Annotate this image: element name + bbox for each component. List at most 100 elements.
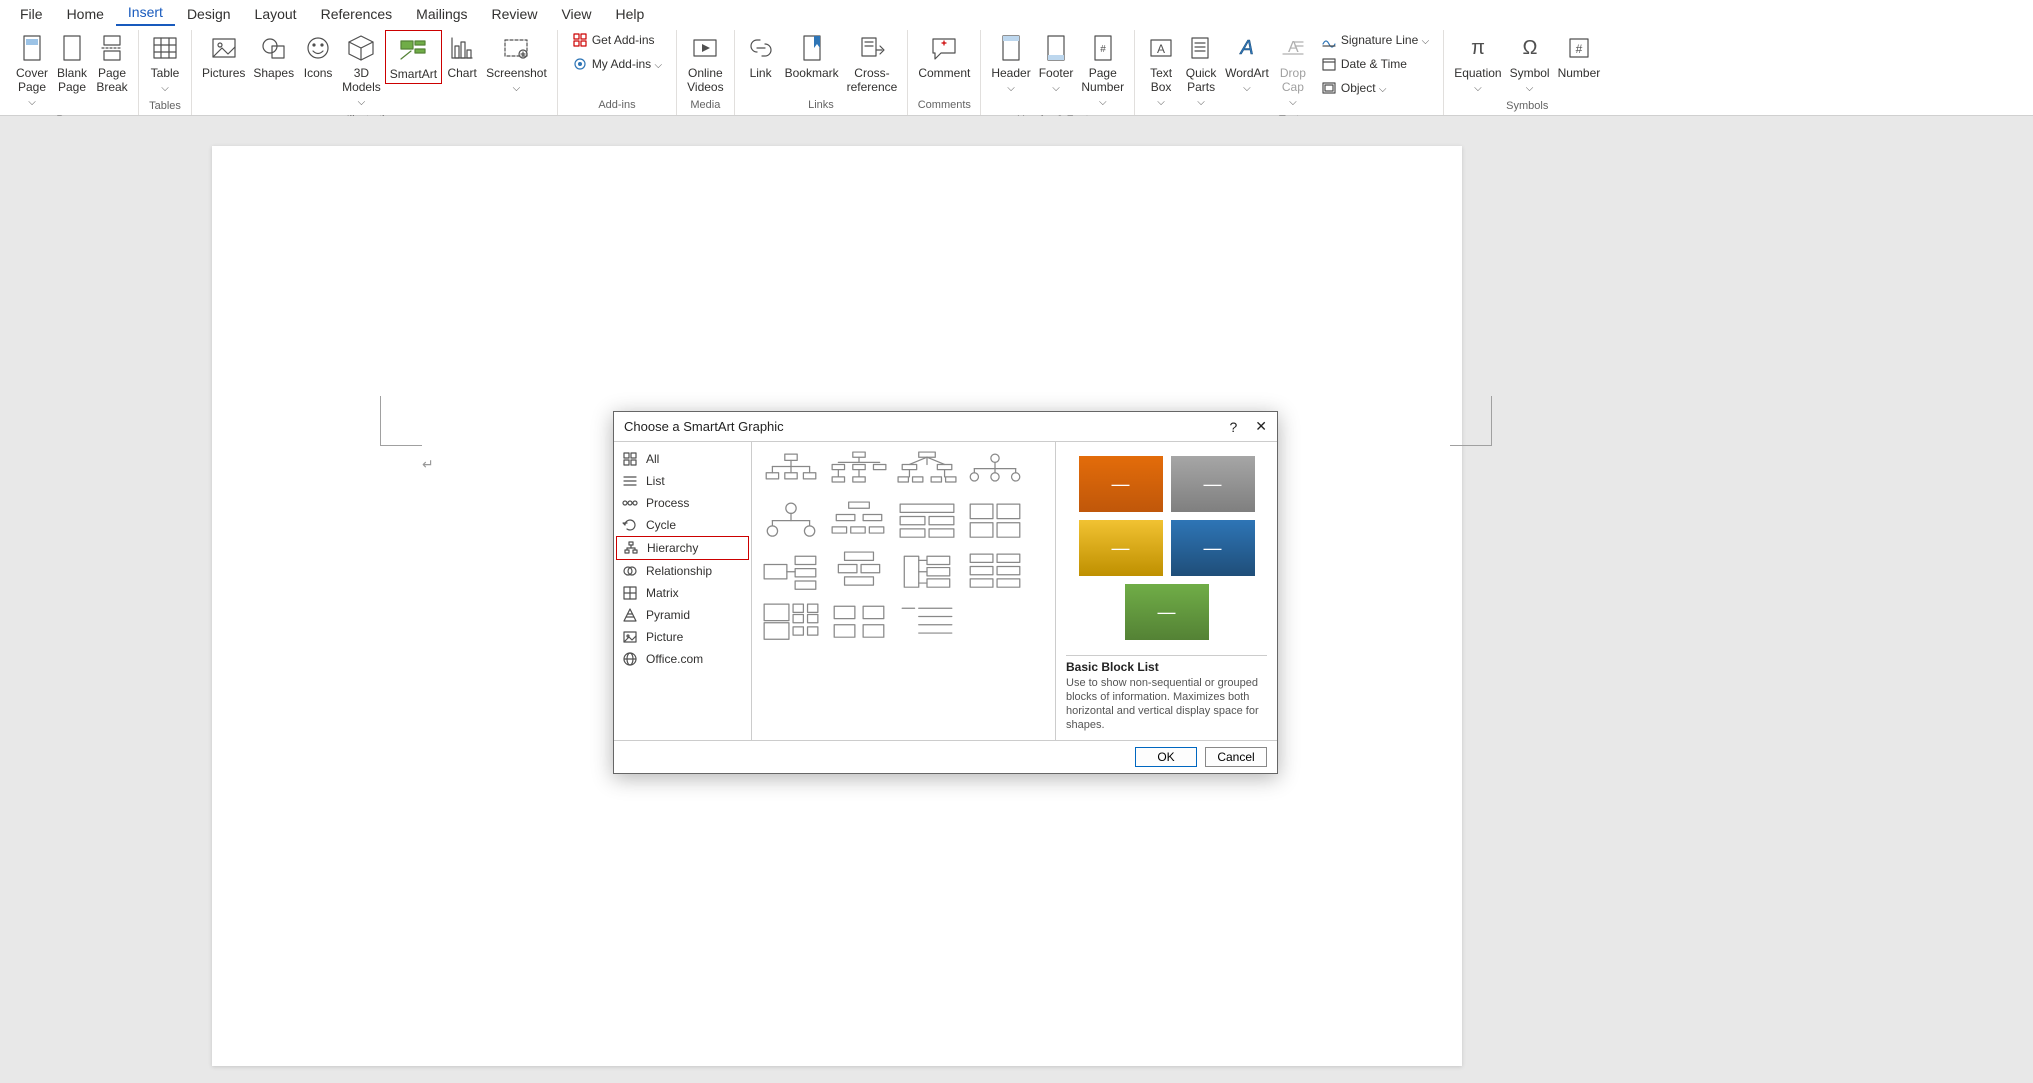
drop-cap-button[interactable]: ADropCap [1273,30,1313,112]
smartart-thumb[interactable] [964,550,1026,594]
dialog-footer: OK Cancel [614,741,1277,773]
smartart-thumb[interactable] [896,600,958,644]
tab-view[interactable]: View [549,2,603,26]
smartart-button[interactable]: SmartArt [385,30,442,84]
smartart-thumb[interactable] [964,450,1026,494]
screenshot-button[interactable]: Screenshot [482,30,551,98]
cat-picture[interactable]: Picture [616,626,749,648]
equation-icon: π [1462,32,1494,64]
close-button[interactable]: ✕ [1255,418,1267,435]
preview-image: — — — — — [1066,450,1267,655]
tab-help[interactable]: Help [604,2,657,26]
shapes-icon [258,32,290,64]
wordart-button[interactable]: AWordArt [1221,30,1273,98]
globe-icon [622,651,638,667]
page-break-button[interactable]: PageBreak [92,30,132,96]
relationship-icon [622,563,638,579]
online-videos-button[interactable]: OnlineVideos [683,30,727,96]
signature-line-button[interactable]: Signature Line [1317,30,1433,50]
group-links: Link Bookmark Cross-reference Links [735,30,909,115]
cross-reference-button[interactable]: Cross-reference [843,30,902,96]
my-addins-button[interactable]: My Add-ins [568,54,666,74]
wordart-icon: A [1231,32,1263,64]
smartart-thumb[interactable] [760,550,822,594]
icons-button[interactable]: Icons [298,30,338,82]
pictures-button[interactable]: Pictures [198,30,249,82]
dialog-titlebar: Choose a SmartArt Graphic ? ✕ [614,412,1277,441]
quick-parts-button[interactable]: QuickParts [1181,30,1221,112]
smartart-thumb[interactable] [760,500,822,544]
object-button[interactable]: Object [1317,78,1433,98]
group-label: Tables [149,98,181,116]
tab-home[interactable]: Home [55,2,116,26]
group-symbols: πEquation ΩSymbol #Number Symbols [1444,30,1610,115]
pyramid-icon [622,607,638,623]
bookmark-icon [796,32,828,64]
get-addins-button[interactable]: Get Add-ins [568,30,666,50]
group-label: Links [808,97,834,115]
tab-design[interactable]: Design [175,2,243,26]
smartart-thumb[interactable] [828,600,890,644]
cat-pyramid[interactable]: Pyramid [616,604,749,626]
smartart-thumb[interactable] [964,500,1026,544]
equation-button[interactable]: πEquation [1450,30,1505,98]
svg-text:π: π [1471,37,1485,59]
page-number-icon: # [1087,32,1119,64]
smartart-thumb[interactable] [896,450,958,494]
cat-matrix[interactable]: Matrix [616,582,749,604]
smartart-thumb[interactable] [896,550,958,594]
shapes-button[interactable]: Shapes [249,30,298,82]
smartart-thumb[interactable] [828,500,890,544]
cat-all[interactable]: All [616,448,749,470]
preview-title: Basic Block List [1066,655,1267,676]
chart-button[interactable]: Chart [442,30,482,82]
link-button[interactable]: Link [741,30,781,82]
cross-ref-icon [856,32,888,64]
footer-icon [1040,32,1072,64]
cat-cycle[interactable]: Cycle [616,514,749,536]
smartart-thumb[interactable] [760,450,822,494]
cat-process[interactable]: Process [616,492,749,514]
tab-references[interactable]: References [309,2,405,26]
page-number-button[interactable]: #PageNumber [1077,30,1128,112]
smartart-grid [752,442,1056,740]
cat-relationship[interactable]: Relationship [616,560,749,582]
cover-page-button[interactable]: CoverPage [12,30,52,112]
cat-office[interactable]: Office.com [616,648,749,670]
tab-layout[interactable]: Layout [243,2,309,26]
symbol-button[interactable]: ΩSymbol [1506,30,1554,98]
group-text: ATextBox QuickParts AWordArt ADropCap Si… [1135,30,1444,115]
tab-insert[interactable]: Insert [116,0,175,26]
smartart-thumb[interactable] [828,550,890,594]
smartart-thumb[interactable] [760,600,822,644]
cancel-button[interactable]: Cancel [1205,747,1267,767]
header-icon [995,32,1027,64]
tab-review[interactable]: Review [480,2,550,26]
number-button[interactable]: #Number [1554,30,1605,82]
comment-button[interactable]: Comment [914,30,974,82]
document-area: ↵ Choose a SmartArt Graphic ? ✕ All List… [0,116,2033,1083]
ok-button[interactable]: OK [1135,747,1197,767]
smartart-thumb[interactable] [828,450,890,494]
cat-list[interactable]: List [616,470,749,492]
group-label: Add-ins [598,97,635,115]
tab-file[interactable]: File [8,2,55,26]
text-box-button[interactable]: ATextBox [1141,30,1181,112]
cover-page-icon [16,32,48,64]
smartart-thumb[interactable] [896,500,958,544]
number-icon: # [1563,32,1595,64]
cat-hierarchy[interactable]: Hierarchy [616,536,749,560]
header-button[interactable]: Header [987,30,1034,98]
group-addins: Get Add-ins My Add-ins Add-ins [558,30,677,115]
preview-block: — [1079,456,1163,512]
tab-mailings[interactable]: Mailings [404,2,479,26]
blank-page-button[interactable]: BlankPage [52,30,92,96]
dropcap-icon: A [1277,32,1309,64]
date-time-button[interactable]: Date & Time [1317,54,1433,74]
footer-button[interactable]: Footer [1035,30,1078,98]
bookmark-button[interactable]: Bookmark [781,30,843,82]
3d-models-button[interactable]: 3DModels [338,30,385,112]
help-button[interactable]: ? [1229,419,1237,435]
table-button[interactable]: Table [145,30,185,98]
margin-corner-tr [1450,396,1492,446]
